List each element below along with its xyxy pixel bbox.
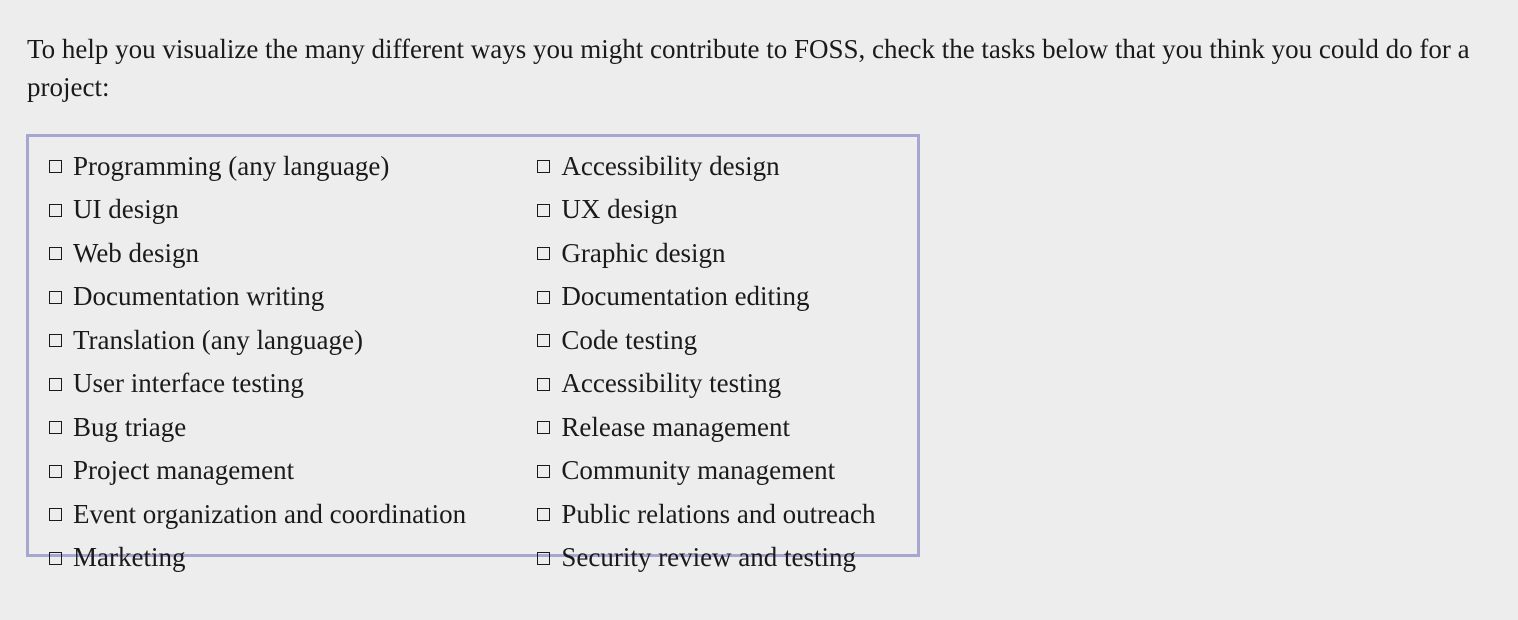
task-item[interactable]: Accessibility design [537,145,780,187]
task-cell: Event organization and coordination [49,491,537,535]
task-item[interactable]: Community management [537,449,835,491]
task-label: Translation (any language) [73,324,363,355]
task-row: Documentation writing Documentation editi… [49,274,917,318]
task-label: Release management [561,411,791,442]
task-label: Public relations and outreach [561,498,876,529]
checkbox-icon[interactable] [537,464,551,478]
checkbox-icon[interactable] [49,290,62,304]
checkbox-icon[interactable] [537,203,551,217]
page: To help you visualize the many different… [0,0,1518,620]
task-label: Code testing [561,324,698,355]
task-item[interactable]: UX design [537,188,678,230]
task-cell: Translation (any language) [49,317,537,361]
task-cell: Documentation writing [49,274,537,318]
checkbox-icon[interactable] [49,421,62,434]
task-row: Web design Graphic design [49,230,917,274]
checkbox-icon[interactable] [49,551,62,565]
task-cell: Release management [537,404,917,448]
task-label: Accessibility design [561,150,780,181]
task-item[interactable]: Documentation writing [49,275,324,317]
task-item[interactable]: Code testing [537,319,697,361]
task-checklist: Programming (any language) Accessibility … [49,143,917,578]
task-row: Translation (any language) Code testing [49,317,917,361]
task-rows: Programming (any language) Accessibility … [49,143,917,578]
task-item[interactable]: Event organization and coordination [49,493,466,535]
task-cell: Marketing [49,535,537,579]
task-cell: Accessibility design [537,143,917,187]
checkbox-icon[interactable] [537,551,551,565]
task-cell: UX design [537,187,917,231]
checkbox-icon[interactable] [537,377,551,391]
task-item[interactable]: Accessibility testing [537,362,781,404]
task-label: Event organization and coordination [73,498,467,529]
task-item[interactable]: Project management [49,449,294,491]
task-cell: Programming (any language) [49,143,537,187]
task-label: Programming (any language) [73,150,390,181]
task-label: Documentation writing [73,281,325,311]
task-cell: UI design [49,187,537,231]
task-label: Documentation editing [561,281,810,311]
checkbox-icon[interactable] [537,508,551,521]
checkbox-icon[interactable] [49,377,62,391]
task-label: Marketing [73,542,186,572]
task-cell: Bug triage [49,404,537,448]
checkbox-icon[interactable] [537,290,551,304]
checkbox-icon[interactable] [49,334,62,347]
task-item[interactable]: Public relations and outreach [537,493,876,535]
task-item[interactable]: Release management [537,406,790,448]
task-cell: Security review and testing [537,535,917,579]
task-row: Marketing Security review and testing [49,535,917,579]
task-label: Accessibility testing [561,368,782,398]
checkbox-icon[interactable] [49,464,62,478]
task-item[interactable]: Programming (any language) [49,145,389,187]
task-row: Event organization and coordination Publi… [49,491,917,535]
task-label: Project management [73,455,295,485]
checkbox-icon[interactable] [49,160,62,173]
task-cell: Project management [49,448,537,492]
task-label: Bug triage [73,411,187,442]
task-item[interactable]: Documentation editing [537,275,810,317]
checkbox-icon[interactable] [537,247,551,260]
task-item[interactable]: Graphic design [537,232,726,274]
task-cell: User interface testing [49,361,537,405]
task-label: UI design [73,194,179,224]
task-cell: Graphic design [537,230,917,274]
task-cell: Accessibility testing [537,361,917,405]
task-item[interactable]: Web design [49,232,199,274]
task-item[interactable]: User interface testing [49,362,304,404]
task-row: UI design UX design [49,187,917,231]
task-item[interactable]: Translation (any language) [49,319,363,361]
task-label: Web design [73,237,200,268]
checkbox-icon[interactable] [49,247,62,260]
checkbox-icon[interactable] [537,334,551,347]
task-cell: Public relations and outreach [537,491,917,535]
task-item[interactable]: Marketing [49,536,185,578]
task-label: UX design [561,194,678,224]
checkbox-icon[interactable] [49,508,62,521]
task-checklist-box: Programming (any language) Accessibility … [26,134,920,572]
task-cell: Documentation editing [537,274,917,318]
task-row: Bug triage Release management [49,404,917,448]
task-item[interactable]: Security review and testing [537,536,856,578]
task-row: Project management Community management [49,448,917,492]
intro-paragraph: To help you visualize the many different… [27,34,1470,102]
task-label: Graphic design [561,237,726,268]
task-item[interactable]: UI design [49,188,179,230]
task-label: User interface testing [73,368,304,398]
task-item[interactable]: Bug triage [49,406,186,448]
task-row: User interface testing Accessibility test… [49,361,917,405]
task-row: Programming (any language) Accessibility … [49,143,917,187]
task-cell: Code testing [537,317,917,361]
checkbox-icon[interactable] [537,421,551,434]
checkbox-icon[interactable] [49,203,62,217]
task-cell: Community management [537,448,917,492]
checkbox-icon[interactable] [537,160,551,173]
task-label: Security review and testing [561,542,857,572]
task-cell: Web design [49,230,537,274]
task-label: Community management [561,455,836,485]
